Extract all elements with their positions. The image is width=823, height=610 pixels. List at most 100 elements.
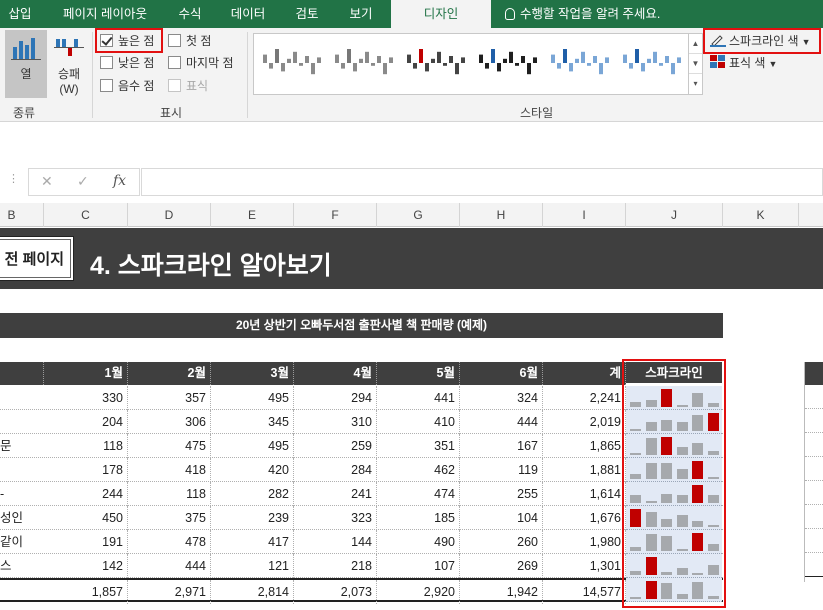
sparkline-style-2[interactable] bbox=[332, 38, 398, 88]
month-value-cell[interactable]: 490 bbox=[377, 530, 460, 554]
month-value-cell[interactable]: 118 bbox=[44, 434, 128, 458]
month-value-cell[interactable]: 241 bbox=[294, 482, 377, 506]
month-value-cell[interactable]: 255 bbox=[460, 482, 543, 506]
month-value-cell[interactable]: 444 bbox=[460, 410, 543, 434]
row-name-cell[interactable]: 성인 bbox=[0, 506, 43, 530]
month-value-cell[interactable]: 418 bbox=[128, 458, 211, 482]
col-header-e[interactable]: E bbox=[211, 203, 294, 227]
month-value-cell[interactable]: 167 bbox=[460, 434, 543, 458]
formula-grip-icon[interactable]: ⋮ bbox=[8, 172, 19, 185]
total-value-cell[interactable]: 2,241 bbox=[543, 386, 626, 410]
month-value-cell[interactable]: 444 bbox=[128, 554, 211, 578]
insert-function-icon[interactable]: fx bbox=[113, 173, 126, 189]
month-value-cell[interactable]: 2,920 bbox=[377, 580, 460, 604]
col-header-j[interactable]: J bbox=[626, 203, 723, 227]
sparkline-winloss-type-button[interactable]: 승패 (W) bbox=[48, 30, 90, 98]
formula-input[interactable] bbox=[141, 168, 823, 196]
total-value-cell[interactable]: 1,614 bbox=[543, 482, 626, 506]
month-value-cell[interactable]: 495 bbox=[211, 386, 294, 410]
gallery-more-icon[interactable]: ▾ bbox=[689, 74, 702, 94]
month-value-cell[interactable]: 259 bbox=[294, 434, 377, 458]
col-header-d[interactable]: D bbox=[128, 203, 211, 227]
month-value-cell[interactable]: 310 bbox=[294, 410, 377, 434]
row-name-cell[interactable] bbox=[0, 410, 43, 434]
col-header-c[interactable]: C bbox=[44, 203, 128, 227]
total-value-cell[interactable]: 1,881 bbox=[543, 458, 626, 482]
cancel-icon[interactable]: ✕ bbox=[41, 173, 53, 190]
tab-design[interactable]: 디자인 bbox=[391, 0, 491, 28]
month-value-cell[interactable]: 260 bbox=[460, 530, 543, 554]
tab-data[interactable]: 데이터 bbox=[222, 0, 274, 28]
col-header-g[interactable]: G bbox=[377, 203, 460, 227]
month-value-cell[interactable]: 495 bbox=[211, 434, 294, 458]
month-value-cell[interactable]: 1,857 bbox=[44, 580, 128, 604]
tell-me-search[interactable]: 수행할 작업을 알려 주세요. bbox=[505, 0, 660, 28]
gallery-scroll[interactable]: ▲ ▼ ▾ bbox=[689, 33, 703, 95]
month-value-cell[interactable]: 118 bbox=[128, 482, 211, 506]
month-value-cell[interactable]: 478 bbox=[128, 530, 211, 554]
month-value-cell[interactable]: 345 bbox=[211, 410, 294, 434]
total-value-cell[interactable]: 1,301 bbox=[543, 554, 626, 578]
row-name-cell[interactable] bbox=[0, 386, 43, 410]
month-value-cell[interactable]: 475 bbox=[128, 434, 211, 458]
month-value-cell[interactable]: 474 bbox=[377, 482, 460, 506]
col-header-b[interactable]: B bbox=[0, 203, 44, 227]
total-value-cell[interactable]: 1,676 bbox=[543, 506, 626, 530]
row-name-cell[interactable] bbox=[0, 458, 43, 482]
row-name-cell[interactable]: - bbox=[0, 482, 43, 506]
row-name-cell[interactable]: 같이 bbox=[0, 530, 43, 554]
sparkline-style-5[interactable] bbox=[548, 38, 614, 88]
month-value-cell[interactable]: 2,814 bbox=[211, 580, 294, 604]
col-header-k[interactable]: K bbox=[723, 203, 799, 227]
sparkline-style-6[interactable] bbox=[620, 38, 686, 88]
month-value-cell[interactable]: 104 bbox=[460, 506, 543, 530]
month-value-cell[interactable]: 121 bbox=[211, 554, 294, 578]
month-value-cell[interactable]: 1,942 bbox=[460, 580, 543, 604]
month-value-cell[interactable]: 417 bbox=[211, 530, 294, 554]
month-value-cell[interactable]: 351 bbox=[377, 434, 460, 458]
month-value-cell[interactable]: 323 bbox=[294, 506, 377, 530]
month-value-cell[interactable]: 144 bbox=[294, 530, 377, 554]
negative-point-checkbox[interactable]: 음수 점 bbox=[100, 77, 154, 95]
sparkline-style-3[interactable] bbox=[404, 38, 470, 88]
month-value-cell[interactable]: 191 bbox=[44, 530, 128, 554]
tab-insert[interactable]: 삽입 bbox=[0, 0, 40, 28]
month-value-cell[interactable]: 239 bbox=[211, 506, 294, 530]
tab-review[interactable]: 검토 bbox=[284, 0, 330, 28]
month-value-cell[interactable]: 2,971 bbox=[128, 580, 211, 604]
month-value-cell[interactable]: 178 bbox=[44, 458, 128, 482]
last-point-checkbox[interactable]: 마지막 점 bbox=[168, 54, 234, 72]
sparkline-column-type-button[interactable]: 열 bbox=[5, 30, 47, 98]
total-value-cell[interactable]: 1,865 bbox=[543, 434, 626, 458]
month-value-cell[interactable]: 218 bbox=[294, 554, 377, 578]
month-value-cell[interactable]: 244 bbox=[44, 482, 128, 506]
month-value-cell[interactable]: 107 bbox=[377, 554, 460, 578]
tab-formulas[interactable]: 수식 bbox=[168, 0, 212, 28]
enter-icon[interactable]: ✓ bbox=[77, 173, 89, 190]
month-value-cell[interactable]: 2,073 bbox=[294, 580, 377, 604]
month-value-cell[interactable]: 462 bbox=[377, 458, 460, 482]
month-value-cell[interactable]: 185 bbox=[377, 506, 460, 530]
sparkline-style-1[interactable] bbox=[260, 38, 326, 88]
row-name-cell[interactable]: 문 bbox=[0, 434, 43, 458]
month-value-cell[interactable]: 450 bbox=[44, 506, 128, 530]
month-value-cell[interactable]: 306 bbox=[128, 410, 211, 434]
month-value-cell[interactable]: 375 bbox=[128, 506, 211, 530]
col-header-h[interactable]: H bbox=[460, 203, 543, 227]
first-point-checkbox[interactable]: 첫 점 bbox=[168, 32, 211, 50]
marker-color-button[interactable]: 표식 색 ▼ bbox=[710, 52, 777, 74]
month-value-cell[interactable]: 204 bbox=[44, 410, 128, 434]
month-value-cell[interactable]: 269 bbox=[460, 554, 543, 578]
total-value-cell[interactable]: 14,577 bbox=[543, 580, 626, 604]
total-value-cell[interactable]: 2,019 bbox=[543, 410, 626, 434]
tab-view[interactable]: 보기 bbox=[338, 0, 384, 28]
month-value-cell[interactable]: 282 bbox=[211, 482, 294, 506]
tab-page-layout[interactable]: 페이지 레이아웃 bbox=[50, 0, 160, 28]
month-value-cell[interactable]: 324 bbox=[460, 386, 543, 410]
month-value-cell[interactable]: 284 bbox=[294, 458, 377, 482]
prev-page-button[interactable]: 전 페이지 bbox=[0, 236, 74, 281]
month-value-cell[interactable]: 420 bbox=[211, 458, 294, 482]
gallery-up-icon[interactable]: ▲ bbox=[689, 34, 702, 54]
month-value-cell[interactable]: 142 bbox=[44, 554, 128, 578]
sparkline-style-4[interactable] bbox=[476, 38, 542, 88]
